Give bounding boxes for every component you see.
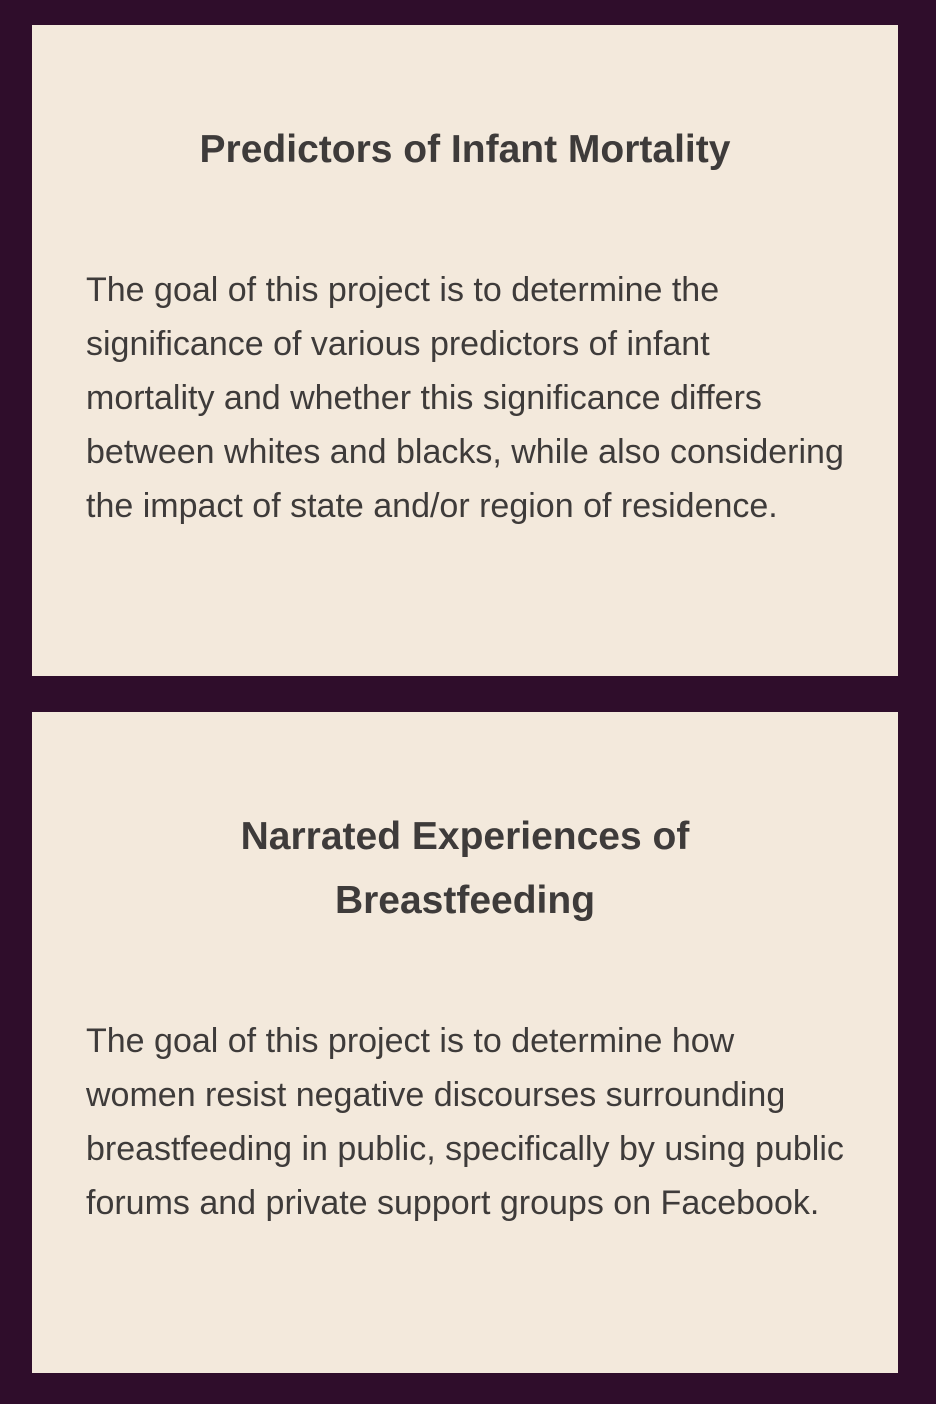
project-card-breastfeeding: Narrated Experiences of Breastfeeding Th… xyxy=(32,712,898,1373)
project-description: The goal of this project is to determine… xyxy=(86,1022,844,1222)
project-description: The goal of this project is to determine… xyxy=(86,271,844,525)
project-card-infant-mortality: Predictors of Infant Mortality The goal … xyxy=(32,25,898,676)
project-title: Narrated Experiences of Breastfeeding xyxy=(240,815,690,922)
project-title: Predictors of Infant Mortality xyxy=(199,128,731,171)
